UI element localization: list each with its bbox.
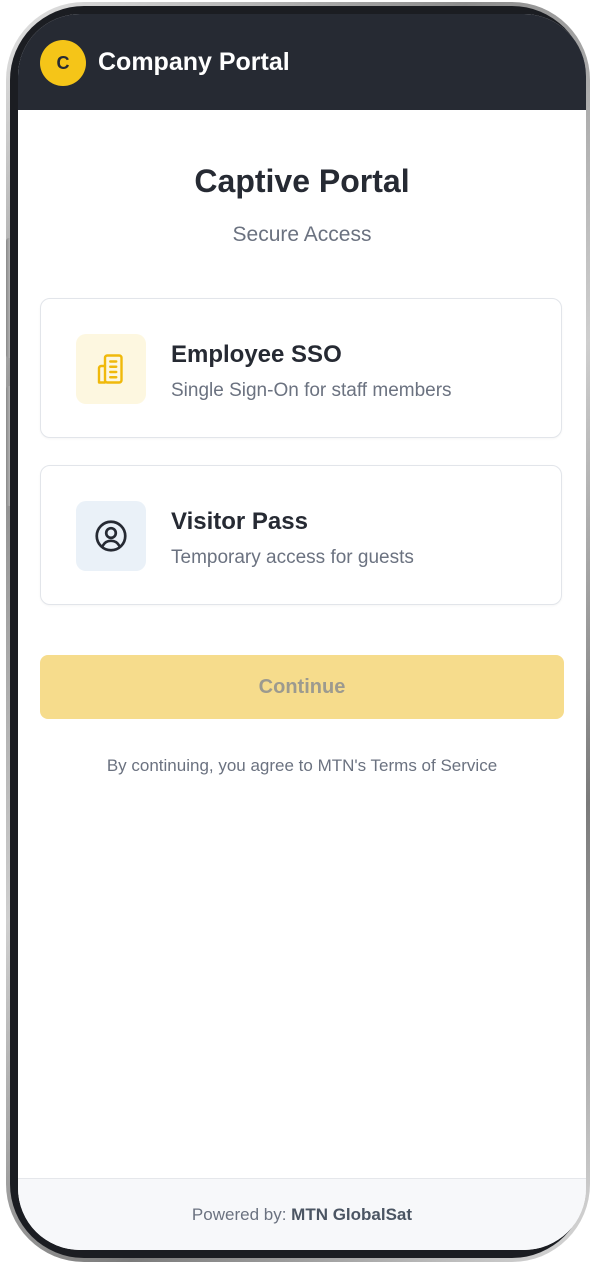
page-subtitle: Secure Access bbox=[232, 223, 372, 246]
company-logo: C bbox=[40, 40, 86, 86]
page-title: Captive Portal bbox=[194, 163, 410, 199]
user-circle-icon bbox=[76, 501, 146, 571]
option-title: Visitor Pass bbox=[171, 508, 308, 535]
option-title: Employee SSO bbox=[171, 341, 342, 368]
visitor-pass-option[interactable]: Visitor Pass Temporary access for guests bbox=[40, 465, 562, 605]
terms-notice: By continuing, you agree to MTN's Terms … bbox=[106, 756, 498, 775]
employee-sso-option[interactable]: Employee SSO Single Sign-On for staff me… bbox=[40, 298, 562, 438]
powered-by: Powered by: MTN GlobalSat bbox=[18, 1204, 586, 1226]
option-description: Single Sign-On for staff members bbox=[171, 380, 452, 401]
powered-by-brand: MTN GlobalSat bbox=[291, 1205, 413, 1224]
app-header: C Company Portal bbox=[18, 14, 586, 110]
option-description: Temporary access for guests bbox=[171, 547, 414, 568]
app-footer: Powered by: MTN GlobalSat bbox=[18, 1178, 586, 1250]
phone-screen: C Company Portal Captive Portal Secure A… bbox=[18, 14, 586, 1250]
powered-by-label: Powered by: bbox=[191, 1205, 292, 1224]
app-title: Company Portal bbox=[98, 48, 290, 76]
building-icon bbox=[76, 334, 146, 404]
continue-button[interactable]: Continue bbox=[40, 655, 564, 719]
